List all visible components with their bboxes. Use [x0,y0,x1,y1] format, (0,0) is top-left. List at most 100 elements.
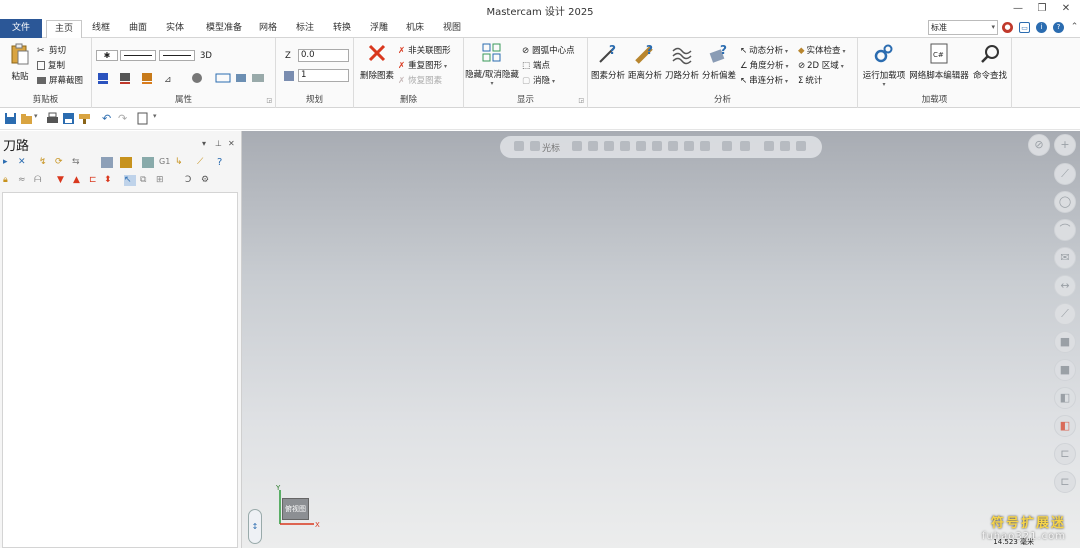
arc-center-button[interactable]: ⊘ 圆弧中心点 [522,44,575,56]
dimension-3d-toggle[interactable]: 3D [200,51,212,61]
zoom-scroll-control[interactable]: ↕ [248,509,262,544]
tab-view[interactable]: 视图 [437,20,467,38]
minimize-button[interactable]: — [1010,2,1026,16]
stop-icon[interactable]: ⊘ [1028,134,1050,156]
delete-entities-button[interactable]: 删除图素 [357,44,397,81]
area-2d-button[interactable]: ⊘ 2D 区域 ▾ [798,59,844,71]
online-help-icon[interactable]: ● [1002,22,1013,33]
entity-analysis-button[interactable]: ? 图素分析 [590,43,626,81]
tab-file[interactable]: 文件 [0,19,42,38]
move-down-icon[interactable]: ▼ [57,175,69,186]
blank-button[interactable]: ▢ 消隐 ▾ [522,74,555,86]
remove-tool-icon[interactable]: ◧ [1054,415,1076,437]
tab-mesh[interactable]: 网格 [254,20,282,38]
snap-point-icon[interactable] [620,141,630,151]
deviation-analysis-button[interactable]: ? 分析偏差 [701,43,737,81]
select-failed-icon[interactable]: ✕ [18,157,30,168]
tab-model-prep[interactable]: 模型准备 [198,20,250,38]
command-finder-button[interactable]: 命令查找 [970,43,1010,81]
grid-view-icon[interactable]: ⊞ [156,175,168,186]
panel-close-icon[interactable]: ✕ [228,139,235,148]
screenshot-button[interactable]: 屏幕截图 [37,74,83,86]
duplicate-button[interactable]: ✗ 重复图形 ▾ [398,59,447,71]
measure-tool-icon[interactable]: ⟋ [1054,303,1076,325]
verify-icon[interactable] [120,157,132,168]
simulate-icon[interactable]: ⇆ [72,157,84,168]
dynamic-analysis-button[interactable]: ↖ 动态分析 ▾ [740,44,788,56]
tab-surfaces[interactable]: 曲面 [123,20,153,38]
fillet-tool-icon[interactable]: ⌒ [1054,219,1076,241]
snap-end-icon[interactable] [636,141,646,151]
dialog-launcher-icon[interactable]: ◲ [266,97,272,104]
select-all-icon[interactable]: ▸ [3,157,15,168]
config-icon[interactable]: Ↄ [185,175,197,186]
snap-icon[interactable] [588,141,598,151]
chain-analysis-button[interactable]: ↖ 串连分析 ▾ [740,74,788,86]
cut-button[interactable]: ✂ 剪切 [37,44,66,57]
gview-indicator[interactable]: 俯视图 [282,498,309,520]
nonassoc-button[interactable]: ✗ 非关联图形 [398,44,451,56]
move-up-icon[interactable]: ▲ [73,175,85,186]
tab-transform[interactable]: 转换 [327,20,357,38]
select-mode-icon[interactable] [722,141,732,151]
net-script-editor-button[interactable]: C# 网络脚本编辑器 [908,43,970,81]
view-tool-icon[interactable]: ⊏ [1054,471,1076,493]
view-mode-select[interactable]: 标准 ▾ [928,20,998,35]
toolpath-analysis-button[interactable]: 刀路分析 [664,43,700,81]
restore-button[interactable]: ✗ 恢复图素 [398,74,442,86]
snap-intersect-icon[interactable] [700,141,710,151]
redo-icon[interactable]: ↷ [118,112,131,125]
clear-selection-icon[interactable] [780,141,790,151]
help-icon[interactable]: ? [1053,22,1064,33]
regen-selected-icon[interactable]: ↯ [39,157,51,168]
line-width-select[interactable] [159,50,195,61]
tab-relief[interactable]: 浮雕 [364,20,394,38]
boolean-tool-icon[interactable]: ◧ [1054,387,1076,409]
post-toggle-icon[interactable]: ᗩ [34,175,46,186]
snap-quad-icon[interactable] [684,141,694,151]
info-icon[interactable]: i [1036,22,1047,33]
circle-tool-icon[interactable]: ◯ [1054,191,1076,213]
select-cursor-icon[interactable] [530,141,540,151]
selection-settings-icon[interactable] [796,141,806,151]
dimension-tool-icon[interactable]: ↔ [1054,275,1076,297]
single-select-icon[interactable]: ↖ [124,175,136,186]
stats-button[interactable]: Σ 统计 [798,74,822,86]
toggle-display-icon[interactable]: ≈ [18,175,30,186]
restore-button[interactable]: ❐ [1034,2,1050,16]
panel-menu-icon[interactable]: ▾ [202,139,206,148]
copy-button[interactable]: 复制 [37,59,65,71]
snap-center-icon[interactable] [668,141,678,151]
lock-icon[interactable]: 🔒︎ [3,175,15,186]
plane-tool-icon[interactable]: ⊏ [1054,443,1076,465]
g1-icon[interactable]: G1 [159,157,171,168]
chat-icon[interactable]: ▭ [1019,22,1030,33]
close-button[interactable]: ✕ [1058,2,1074,16]
point-style-select[interactable]: ✱ [96,50,118,61]
save-as-icon[interactable] [62,112,75,125]
tab-wireframe[interactable]: 线框 [86,20,116,38]
undo-icon[interactable]: ↶ [102,112,115,125]
copy-icon[interactable]: ⧉ [140,175,152,186]
verify-select-icon[interactable] [764,141,774,151]
tab-solids[interactable]: 实体 [160,20,190,38]
endpoints-button[interactable]: ⬚ 端点 [522,59,550,71]
regen-dirty-icon[interactable]: ⟳ [55,157,67,168]
z-depth-input[interactable]: 0.0 [298,49,349,62]
graphics-viewport[interactable]: 光标 ⊘ + ⟋ ◯ ⌒ ✉ ↔ ⟋ ■ ■ ◧ ◧ ⊏ ⊏ Y X 俯视图 ↕… [242,131,1080,548]
dialog-launcher-icon[interactable]: ◲ [578,97,584,104]
new-file-icon[interactable] [136,112,149,125]
solid-check-button[interactable]: ◆ 实体检查 ▾ [798,44,845,56]
window-select-icon[interactable] [740,141,750,151]
move-insert-icon[interactable]: ↳ [175,157,187,168]
level-input[interactable]: 1 [298,69,349,82]
autocursor-icon[interactable] [572,141,582,151]
insert-arrow-icon[interactable]: ⊏ [89,175,101,186]
solid-tool-icon[interactable]: ■ [1054,331,1076,353]
customize-qa-icon[interactable]: ▾ [153,112,166,125]
toolpath-tree[interactable] [2,192,238,548]
save-icon[interactable] [4,112,17,125]
pin-icon[interactable]: ⊥ [215,139,222,148]
line-tool-icon[interactable]: ⟋ [1054,163,1076,185]
backplot-icon[interactable] [101,157,113,168]
